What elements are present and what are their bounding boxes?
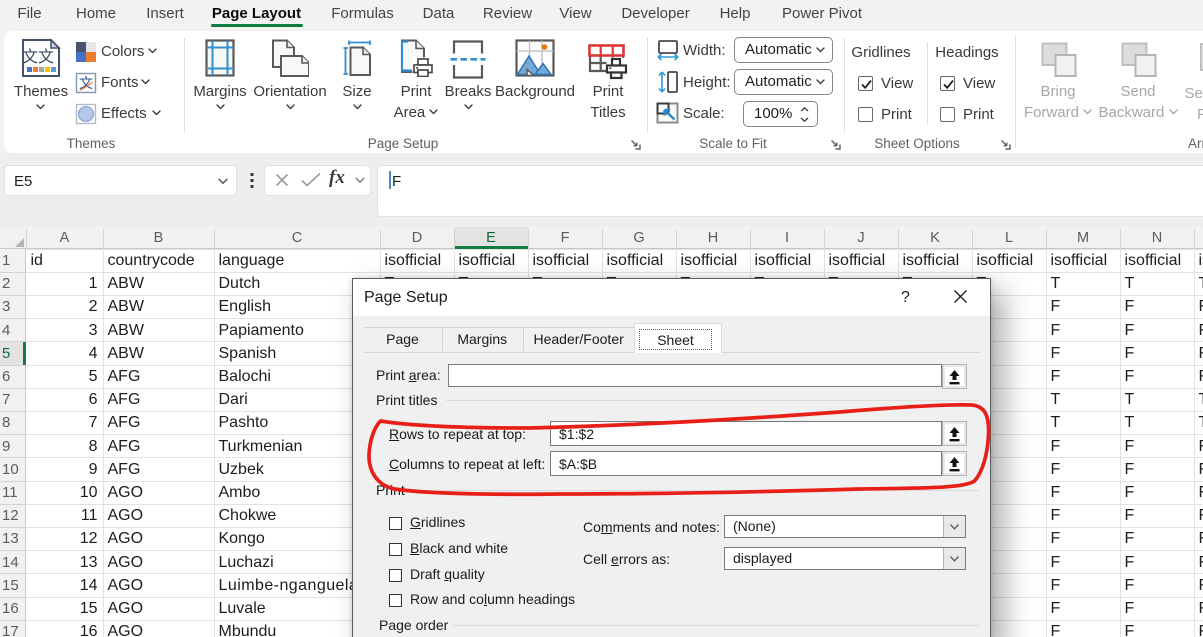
svg-text:文文: 文文 [22,48,54,66]
